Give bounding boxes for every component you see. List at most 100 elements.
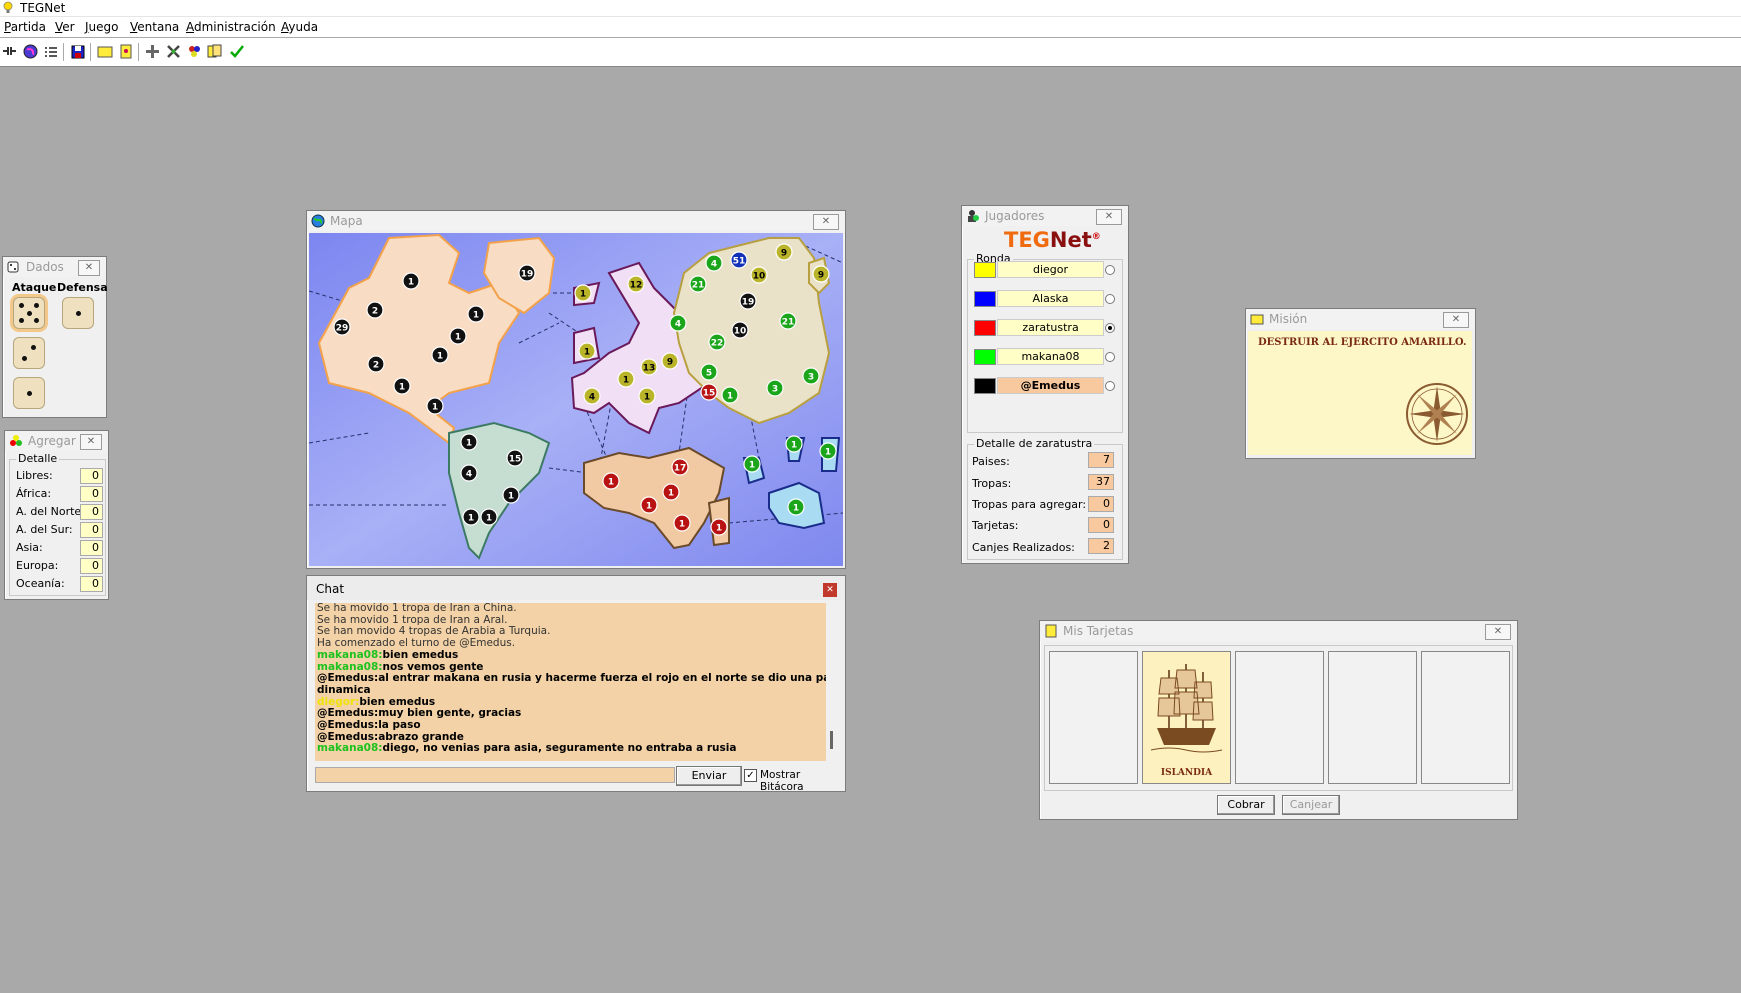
show-log-checkbox[interactable]: ✓ [744,769,757,782]
army-marker[interactable]: 1 [638,387,656,405]
menu-ver[interactable]: Ver [55,20,75,34]
army-marker[interactable]: 15 [506,449,524,467]
army-marker[interactable]: 1 [393,377,411,395]
card-slot-4[interactable] [1328,651,1417,784]
army-marker[interactable]: 51 [730,251,748,269]
army-marker[interactable]: 19 [518,264,536,282]
army-marker[interactable]: 2 [367,355,385,373]
close-icon[interactable]: ✕ [1096,209,1122,225]
players-window-caption[interactable]: Jugadores ✕ [962,206,1128,226]
army-marker[interactable]: 1 [710,518,728,536]
attack-icon[interactable] [164,42,183,61]
army-marker[interactable]: 1 [460,433,478,451]
chat-scrollbar[interactable] [827,603,837,761]
exchange-icon[interactable] [205,42,224,61]
player-select-radio[interactable] [1105,294,1115,304]
army-marker[interactable]: 10 [750,266,768,284]
mission-icon[interactable] [95,42,114,61]
dice-window-caption[interactable]: Dados ✕ [3,257,106,277]
close-icon[interactable]: ✕ [1485,624,1511,640]
army-marker[interactable]: 2 [366,301,384,319]
menu-juego[interactable]: Juego [85,20,119,34]
collect-button[interactable]: Cobrar [1217,795,1275,815]
army-marker[interactable]: 13 [640,358,658,376]
exchange-button[interactable]: Canjear [1282,795,1340,815]
menu-ayuda[interactable]: Ayuda [281,20,318,34]
army-marker[interactable]: 9 [775,243,793,261]
list-icon[interactable] [41,42,60,61]
close-icon[interactable]: ✕ [1443,312,1469,328]
army-marker[interactable]: 1 [743,455,761,473]
chat-input[interactable] [315,767,675,783]
world-map[interactable]: 2921191112111154111112111394 14 5110992119… [309,233,843,566]
army-marker[interactable]: 10 [731,321,749,339]
connect-icon[interactable] [0,42,19,61]
player-select-radio[interactable] [1105,323,1115,333]
army-marker[interactable]: 4 [705,254,723,272]
regroup-icon[interactable] [185,42,204,61]
card-slot-5[interactable] [1421,651,1510,784]
army-marker[interactable]: 1 [787,498,805,516]
army-marker[interactable]: 1 [402,272,420,290]
globe-icon[interactable] [21,42,40,61]
army-marker[interactable]: 1 [449,327,467,345]
army-marker[interactable]: 1 [602,472,620,490]
army-marker[interactable]: 4 [460,464,478,482]
close-icon[interactable]: ✕ [78,260,100,276]
army-marker[interactable]: 1 [462,508,480,526]
army-marker[interactable]: 1 [785,435,803,453]
army-marker[interactable]: 1 [640,496,658,514]
army-marker[interactable]: 1 [721,386,739,404]
army-marker[interactable]: 3 [802,367,820,385]
close-icon[interactable]: ✕ [813,214,839,230]
army-marker[interactable]: 12 [627,275,645,293]
army-marker[interactable]: 9 [661,352,679,370]
army-marker[interactable]: 5 [700,363,718,381]
save-icon[interactable] [68,42,87,61]
chat-log[interactable]: Se ha movido 1 tropa de Iran a China. Se … [315,603,826,761]
army-marker[interactable]: 1 [426,397,444,415]
army-marker[interactable]: 3 [766,379,784,397]
player-select-radio[interactable] [1105,381,1115,391]
army-marker[interactable]: 15 [700,383,718,401]
army-marker[interactable]: 21 [779,312,797,330]
close-icon[interactable]: ✕ [80,434,102,450]
army-marker[interactable]: 1 [467,305,485,323]
add-window-caption[interactable]: Agregar ✕ [5,431,108,451]
player-select-radio[interactable] [1105,265,1115,275]
army-marker[interactable]: 21 [689,275,707,293]
end-turn-icon[interactable] [227,42,246,61]
army-marker[interactable]: 1 [662,483,680,501]
mission-window-caption[interactable]: Misión ✕ [1246,309,1475,329]
player-select-radio[interactable] [1105,352,1115,362]
card-slot-1[interactable] [1049,651,1138,784]
army-marker[interactable]: 4 [669,314,687,332]
army-marker[interactable]: 1 [819,442,837,460]
army-marker[interactable]: 1 [617,370,635,388]
army-marker[interactable]: 1 [673,514,691,532]
card-slot-3[interactable] [1235,651,1324,784]
army-marker[interactable]: 1 [574,284,592,302]
chat-window-caption[interactable]: Chat ✕ [307,576,845,600]
army-marker[interactable]: 17 [671,458,689,476]
menu-administracion[interactable]: Administración [186,20,276,34]
army-marker[interactable]: 1 [480,508,498,526]
card-islandia[interactable]: ISLANDIA [1142,651,1231,784]
army-marker[interactable]: 29 [333,318,351,336]
cards-icon[interactable] [116,42,135,61]
menu-ventana[interactable]: Ventana [130,20,179,34]
army-marker[interactable]: 4 [583,387,601,405]
army-marker[interactable]: 9 [812,265,830,283]
map-window-caption[interactable]: Mapa ✕ [307,211,845,231]
army-marker[interactable]: 19 [739,292,757,310]
army-marker[interactable]: 1 [431,346,449,364]
cards-window-caption[interactable]: Mis Tarjetas ✕ [1040,621,1517,641]
army-count: 1 [608,478,614,488]
menu-partida[interactable]: Partida [4,20,46,34]
army-marker[interactable]: 22 [708,333,726,351]
close-icon[interactable]: ✕ [823,583,837,597]
army-marker[interactable]: 1 [578,342,596,360]
send-button[interactable]: Enviar [676,766,742,786]
army-marker[interactable]: 1 [502,486,520,504]
add-troops-icon[interactable] [143,42,162,61]
